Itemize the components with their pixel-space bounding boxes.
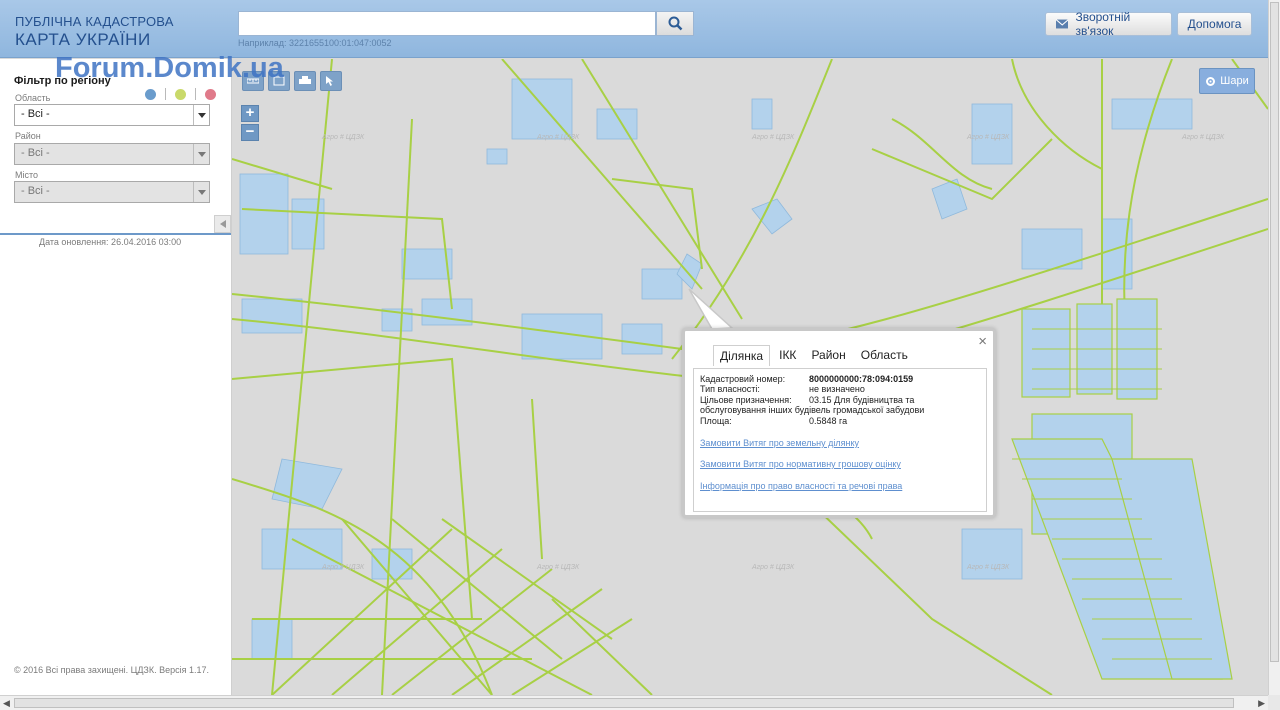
district-label: Район xyxy=(15,131,41,141)
zoom-out-button[interactable]: − xyxy=(241,124,259,141)
zoom-in-button[interactable]: + xyxy=(241,105,259,122)
tile-watermark: Агро # ЦДЗК xyxy=(536,564,580,571)
gear-icon xyxy=(1206,76,1216,86)
scroll-thumb[interactable] xyxy=(14,698,1234,708)
ownership-info-link[interactable]: Інформація про право власності та речові… xyxy=(700,481,902,491)
scroll-left-icon[interactable]: ◀ xyxy=(3,698,10,709)
info-label-ownership: Тип власності: xyxy=(700,384,760,394)
help-button[interactable]: Допомога xyxy=(1177,12,1252,36)
tile-watermark: Агро # ЦДЗК xyxy=(321,134,365,141)
print-icon[interactable] xyxy=(294,71,316,91)
parcel-info-box: Кадастровий номер: 8000000000:78:094:015… xyxy=(693,368,987,512)
tab-parcel[interactable]: Ділянка xyxy=(713,345,771,366)
tile-watermark: Агро # ЦДЗК xyxy=(321,564,365,571)
envelope-icon xyxy=(1056,19,1069,29)
feedback-label: Зворотній зв'язок xyxy=(1075,10,1131,38)
site-logo[interactable]: ПУБЛІЧНА КАДАСТРОВА КАРТА УКРАЇНИ xyxy=(15,14,174,50)
layers-button[interactable]: Шари xyxy=(1199,68,1255,94)
app-header: ПУБЛІЧНА КАДАСТРОВА КАРТА УКРАЇНИ Наприк… xyxy=(0,0,1268,58)
tile-watermark: Агро # ЦДЗК xyxy=(1181,134,1225,141)
search-icon xyxy=(668,16,682,31)
sidebar: Фільтр по регіону Область - Всі - Район … xyxy=(0,59,232,695)
region-label: Область xyxy=(15,93,51,103)
scroll-corner xyxy=(1268,695,1280,710)
search-hint: Наприклад: 3221655100:01:047:0052 xyxy=(238,38,392,48)
chevron-down-icon xyxy=(193,144,209,164)
vertical-scrollbar[interactable] xyxy=(1268,0,1280,695)
divider xyxy=(165,88,166,100)
pointer-query-icon[interactable] xyxy=(320,71,342,91)
collapse-sidebar-button[interactable] xyxy=(214,215,231,233)
feedback-button[interactable]: Зворотній зв'язок xyxy=(1045,10,1172,38)
update-date: Дата оновлення: 26.04.2016 03:00 xyxy=(39,237,182,247)
tile-watermark: Агро # ЦДЗК xyxy=(966,134,1010,141)
chevron-down-icon xyxy=(193,105,209,125)
red-dot-icon[interactable] xyxy=(205,88,216,100)
order-parcel-extract-link[interactable]: Замовити Витяг про земельну ділянку xyxy=(700,438,859,448)
search-button[interactable] xyxy=(656,11,694,36)
horizontal-scrollbar[interactable]: ◀ ▶ xyxy=(0,695,1268,710)
tile-watermark: Агро # ЦДЗК xyxy=(751,134,795,141)
city-select[interactable]: - Всі - xyxy=(14,181,210,203)
divider xyxy=(195,88,196,100)
tab-district[interactable]: Район xyxy=(805,345,851,366)
scroll-right-icon[interactable]: ▶ xyxy=(1258,698,1265,709)
info-label-cadastral: Кадастровий номер: xyxy=(700,374,786,384)
tab-region[interactable]: Область xyxy=(855,345,914,366)
info-label-area: Площа: xyxy=(700,416,732,426)
parcel-info-popup: × Ділянка ІКК Район Область Кадастровий … xyxy=(682,328,996,518)
forum-watermark: Forum.Domik.ua xyxy=(55,52,284,84)
scroll-thumb[interactable] xyxy=(1270,2,1279,662)
tile-watermark: Агро # ЦДЗК xyxy=(966,564,1010,571)
info-value-cadastral: 8000000000:78:094:0159 xyxy=(809,374,914,384)
city-value: - Всі - xyxy=(21,185,50,197)
copyright: © 2016 Всі права захищені. ЦДЗК. Версія … xyxy=(14,665,210,675)
green-dot-icon[interactable] xyxy=(175,88,186,100)
order-valuation-extract-link[interactable]: Замовити Витяг про нормативну грошову оц… xyxy=(700,459,901,469)
region-value: - Всі - xyxy=(21,108,50,120)
sidebar-divider xyxy=(0,233,231,235)
logo-line-1: ПУБЛІЧНА КАДАСТРОВА xyxy=(15,14,174,29)
info-value-ownership: не визначено xyxy=(809,384,865,394)
layers-label: Шари xyxy=(1220,75,1249,87)
info-value-area: 0.5848 га xyxy=(809,416,848,426)
tab-ikk[interactable]: ІКК xyxy=(773,345,802,366)
popup-tabs: Ділянка ІКК Район Область xyxy=(713,345,917,366)
chevron-left-icon xyxy=(219,220,226,228)
chevron-down-icon xyxy=(193,182,209,202)
close-icon[interactable]: × xyxy=(978,333,987,350)
district-value: - Всі - xyxy=(21,147,50,159)
info-value-purpose: 03.15 Для будівництва та обслуговування … xyxy=(700,395,925,415)
region-select[interactable]: - Всі - xyxy=(14,104,210,126)
layer-dots xyxy=(145,88,216,100)
logo-line-2: КАРТА УКРАЇНИ xyxy=(15,30,151,49)
city-label: Місто xyxy=(15,170,39,180)
search-input[interactable] xyxy=(238,11,656,36)
district-select[interactable]: - Всі - xyxy=(14,143,210,165)
tile-watermark: Агро # ЦДЗК xyxy=(536,134,580,141)
blue-dot-icon[interactable] xyxy=(145,88,156,100)
tile-watermark: Агро # ЦДЗК xyxy=(751,564,795,571)
